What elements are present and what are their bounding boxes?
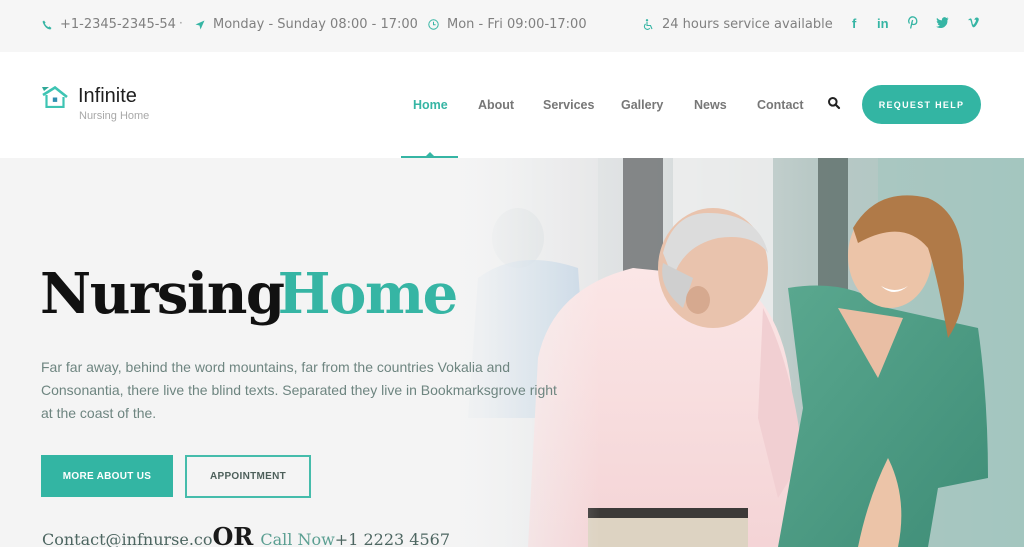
nav-services[interactable]: Services (543, 98, 594, 112)
twitter-icon[interactable] (936, 16, 949, 31)
separator: · (179, 16, 183, 30)
nav-home[interactable]: Home (413, 98, 448, 112)
hero-title-part1: Nursing (40, 261, 285, 327)
hours-text: Mon - Fri 09:00-17:00 (447, 17, 587, 32)
photo-fade-overlay (430, 158, 600, 547)
hours-info: Mon - Fri 09:00-17:00 (428, 17, 587, 32)
contact-email-link[interactable]: Contact@infnurse.co (42, 530, 213, 547)
call-number-link[interactable]: +1 2223 4567 (335, 530, 450, 547)
hero-section: NursingHome Far far away, behind the wor… (0, 158, 1024, 547)
site-header: Infinite Nursing Home Home About Service… (0, 52, 1024, 159)
phone-number: +1-2345-2345-54 (60, 17, 176, 32)
hero-title-part2: Home (277, 261, 459, 327)
separator: · (414, 16, 418, 30)
nav-news[interactable]: News (694, 98, 727, 112)
logo-title: Infinite (78, 85, 137, 107)
call-now-label: Call Now (260, 530, 335, 547)
hero-title: NursingHome (40, 266, 458, 322)
contact-line: Contact@infnurse.co OR Call Now +1 2223 … (42, 522, 450, 547)
or-text: OR (212, 522, 254, 547)
service-text: 24 hours service available (662, 17, 833, 32)
facebook-icon[interactable]: f (852, 16, 856, 31)
search-icon[interactable] (827, 96, 841, 110)
location-arrow-icon (195, 20, 205, 30)
wheelchair-icon (643, 18, 654, 31)
active-nav-caret (426, 152, 434, 156)
top-info-bar: +1-2345-2345-54 · Monday - Sunday 08:00 … (0, 0, 1024, 52)
nav-about[interactable]: About (478, 98, 514, 112)
logo-subtitle: Nursing Home (79, 110, 150, 122)
request-help-button[interactable]: REQUEST HELP (862, 85, 981, 124)
phone-icon (42, 20, 52, 30)
pinterest-icon[interactable] (907, 16, 918, 32)
service-info: 24 hours service available (643, 17, 833, 32)
linkedin-icon[interactable]: in (877, 16, 889, 31)
phone-info[interactable]: +1-2345-2345-54 (42, 17, 176, 32)
house-logo-icon (42, 86, 68, 108)
appointment-button[interactable]: APPOINTMENT (185, 455, 311, 498)
vimeo-icon[interactable] (968, 16, 980, 31)
days-text: Monday - Sunday 08:00 - 17:00 (213, 17, 418, 32)
more-about-us-button[interactable]: MORE ABOUT US (41, 455, 173, 497)
nav-gallery[interactable]: Gallery (621, 98, 663, 112)
days-info: Monday - Sunday 08:00 - 17:00 (195, 17, 418, 32)
hero-description: Far far away, behind the word mountains,… (41, 359, 557, 421)
clock-icon (428, 19, 439, 30)
nav-contact[interactable]: Contact (757, 98, 804, 112)
